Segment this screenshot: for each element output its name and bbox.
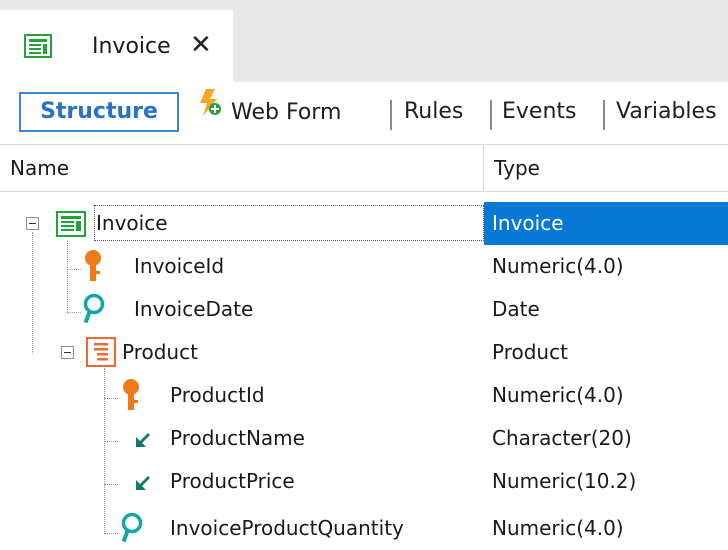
- collapse-toggle[interactable]: [61, 346, 74, 359]
- tree-row[interactable]: InvoiceProductQuantity Numeric(4.0): [0, 507, 728, 550]
- level-icon: [86, 337, 116, 371]
- tab-variables[interactable]: Variables: [616, 92, 717, 132]
- transaction-icon: [56, 211, 86, 241]
- web-form-bolt-icon: [197, 89, 223, 131]
- transaction-icon: [24, 34, 52, 62]
- attribute-icon: [82, 293, 106, 329]
- row-type: Numeric(4.0): [492, 516, 624, 540]
- row-name: ProductId: [170, 383, 265, 407]
- tab-title: Invoice: [92, 34, 171, 59]
- tree-row[interactable]: ProductName Character(20): [0, 417, 728, 460]
- tree-row[interactable]: ProductPrice Numeric(10.2): [0, 460, 728, 503]
- structure-grid-header: Name Type: [0, 144, 728, 192]
- invoice-document-tab[interactable]: Invoice ✕: [0, 10, 233, 82]
- inferred-attribute-icon: [134, 431, 152, 453]
- row-type: Numeric(4.0): [492, 254, 624, 278]
- row-type: Date: [492, 297, 540, 321]
- row-name: ProductPrice: [170, 469, 295, 493]
- key-icon: [82, 249, 104, 287]
- close-icon[interactable]: ✕: [190, 30, 212, 60]
- attribute-icon: [120, 512, 144, 548]
- row-type: Product: [492, 340, 568, 364]
- tab-events[interactable]: Events: [502, 92, 577, 132]
- row-type: Invoice: [484, 202, 728, 245]
- tab-separator: [390, 100, 392, 130]
- row-type: Character(20): [492, 426, 632, 450]
- column-header-type[interactable]: Type: [484, 145, 728, 191]
- tab-rules[interactable]: Rules: [404, 92, 463, 132]
- row-name: Invoice: [96, 211, 168, 235]
- tree-row[interactable]: InvoiceId Numeric(4.0): [0, 245, 728, 288]
- tree-row[interactable]: ProductId Numeric(4.0): [0, 374, 728, 417]
- tree-row[interactable]: Product Product: [0, 331, 728, 374]
- row-name: InvoiceProductQuantity: [170, 516, 404, 540]
- row-name: ProductName: [170, 426, 305, 450]
- row-name: InvoiceId: [134, 254, 225, 278]
- tree-row[interactable]: InvoiceDate Date: [0, 288, 728, 331]
- key-icon: [120, 378, 142, 416]
- tab-web-form[interactable]: Web Form: [197, 89, 342, 132]
- row-type: Numeric(4.0): [492, 383, 624, 407]
- tab-web-form-label: Web Form: [231, 100, 342, 125]
- tab-separator: [490, 100, 492, 130]
- row-name: InvoiceDate: [134, 297, 254, 321]
- row-name: Product: [122, 340, 198, 364]
- inferred-attribute-icon: [134, 474, 152, 496]
- row-type: Numeric(10.2): [492, 469, 637, 493]
- column-header-name[interactable]: Name: [0, 145, 484, 191]
- tab-separator: [603, 100, 605, 130]
- tab-structure[interactable]: Structure: [19, 92, 179, 132]
- tree-row[interactable]: Invoice Invoice: [0, 202, 728, 245]
- collapse-toggle[interactable]: [26, 217, 39, 230]
- object-part-tabs: Structure Web Form Rules Events Variable…: [0, 82, 728, 144]
- document-tab-strip: Invoice ✕: [0, 0, 728, 82]
